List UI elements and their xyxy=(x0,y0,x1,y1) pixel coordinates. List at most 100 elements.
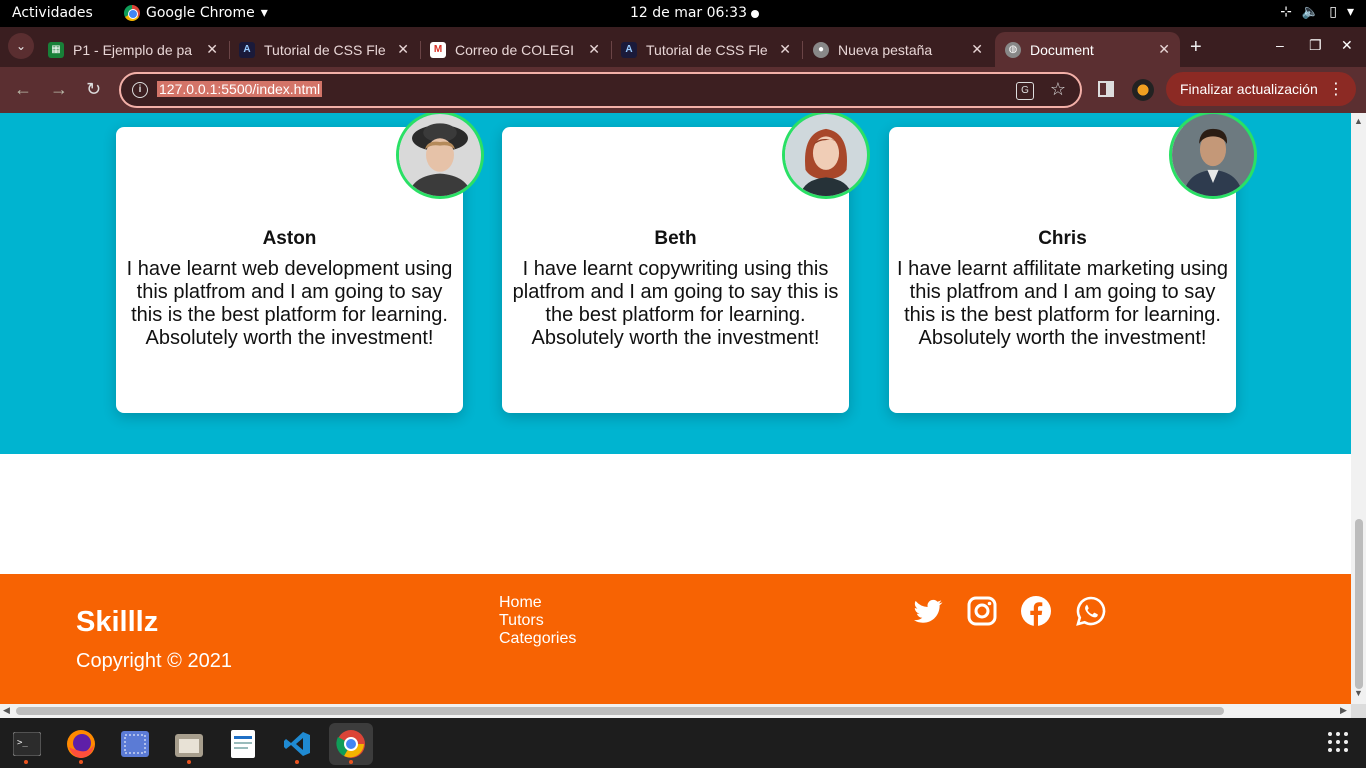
update-label: Finalizar actualización xyxy=(1180,81,1318,97)
minimize-button[interactable]: ‒ xyxy=(1276,37,1284,53)
avatar xyxy=(782,113,870,199)
avatar-photo-chris xyxy=(1172,114,1254,196)
close-icon[interactable]: ✕ xyxy=(971,41,983,58)
close-window-button[interactable]: ✕ xyxy=(1341,37,1353,54)
scroll-up-arrow-icon[interactable]: ▲ xyxy=(1354,116,1363,126)
tab-label: Nueva pestaña xyxy=(838,41,933,58)
close-icon[interactable]: ✕ xyxy=(588,41,600,58)
tutorial-icon: A xyxy=(621,41,637,58)
scroll-down-arrow-icon[interactable]: ▼ xyxy=(1354,688,1363,698)
screenshot-icon[interactable] xyxy=(113,723,157,765)
app-name: Google Chrome xyxy=(146,5,255,21)
running-indicator xyxy=(295,760,299,764)
text-editor-icon[interactable] xyxy=(221,723,265,765)
tab-3[interactable]: M Correo de COLEGI ✕ xyxy=(420,32,610,67)
tab-5[interactable]: ● Nueva pestaña ✕ xyxy=(803,32,993,67)
profile-avatar[interactable] xyxy=(1132,79,1154,101)
translate-icon[interactable]: G xyxy=(1016,82,1034,100)
show-apps-grid-icon[interactable] xyxy=(1328,732,1348,752)
chrome-icon[interactable] xyxy=(329,723,373,765)
chrome-icon: ● xyxy=(813,41,829,58)
whatsapp-icon[interactable] xyxy=(1075,595,1107,627)
maximize-button[interactable]: ❐ xyxy=(1309,37,1322,54)
footer-brand: Skilllz xyxy=(76,606,159,638)
scroll-right-arrow-icon[interactable]: ▶ xyxy=(1340,705,1347,716)
tab-label: Tutorial de CSS Fle xyxy=(646,41,768,58)
running-indicator xyxy=(187,760,191,764)
system-top-bar: Actividades Google Chrome ▾ 12 de mar 06… xyxy=(0,0,1366,27)
testimonial-card: Aston I have learnt web development usin… xyxy=(116,113,484,413)
address-bar[interactable]: i 127.0.0.1:5500/index.html G ☆ xyxy=(119,72,1082,108)
tab-label: Correo de COLEGI xyxy=(455,41,575,58)
side-panel-icon[interactable] xyxy=(1098,81,1114,97)
chrome-icon xyxy=(124,5,140,21)
battery-icon: ▯ xyxy=(1329,4,1337,20)
running-indicator xyxy=(24,760,28,764)
bookmark-star-icon[interactable]: ☆ xyxy=(1050,79,1066,100)
close-icon[interactable]: ✕ xyxy=(779,41,791,58)
clock[interactable]: 12 de mar 06:33 xyxy=(630,5,747,21)
instagram-icon[interactable] xyxy=(966,595,998,627)
tab-2[interactable]: A Tutorial de CSS Fle ✕ xyxy=(229,32,419,67)
globe-icon: ◍ xyxy=(1005,41,1021,58)
activities-button[interactable]: Actividades xyxy=(12,5,93,21)
testimonial-name: Beth xyxy=(654,228,697,249)
footer-copyright: Copyright © 2021 xyxy=(76,650,232,672)
taskbar-dock: >_ xyxy=(0,718,1366,768)
update-button[interactable]: Finalizar actualización ⋮ xyxy=(1166,72,1356,106)
footer-link-categories[interactable]: Categories xyxy=(499,630,576,648)
chevron-down-icon: ▾ xyxy=(1346,4,1354,20)
testimonial-card: Chris I have learnt affilitate marketing… xyxy=(889,113,1257,413)
scrollbar-corner xyxy=(1351,704,1366,718)
avatar xyxy=(1169,113,1257,199)
firefox-icon[interactable] xyxy=(59,723,103,765)
network-icon: ⊹ xyxy=(1280,4,1292,20)
notification-dot xyxy=(751,10,759,18)
app-menu[interactable]: Google Chrome ▾ xyxy=(124,5,268,21)
testimonial-card: Beth I have learnt copywriting using thi… xyxy=(502,113,870,413)
tab-search-button[interactable]: ⌄ xyxy=(8,33,34,59)
twitter-icon[interactable] xyxy=(912,595,944,627)
scroll-left-arrow-icon[interactable]: ◀ xyxy=(3,705,10,716)
footer-nav: Home Tutors Categories xyxy=(499,594,576,648)
vscode-icon[interactable] xyxy=(275,723,319,765)
files-icon[interactable] xyxy=(167,723,211,765)
close-icon[interactable]: ✕ xyxy=(397,41,409,58)
facebook-icon[interactable] xyxy=(1020,595,1052,627)
testimonial-name: Chris xyxy=(1038,228,1087,249)
tab-6-active[interactable]: ◍ Document ✕ xyxy=(995,32,1180,67)
scroll-thumb[interactable] xyxy=(1355,519,1363,689)
avatar xyxy=(396,113,484,199)
running-indicator xyxy=(349,760,353,764)
testimonial-quote: I have learnt affilitate marketing using… xyxy=(897,258,1228,349)
horizontal-scrollbar[interactable]: ◀ ▶ xyxy=(0,704,1351,718)
avatar-photo-beth xyxy=(785,114,867,196)
running-indicator xyxy=(79,760,83,764)
site-info-icon[interactable]: i xyxy=(132,82,148,98)
system-tray[interactable]: ⊹ 🔈 ▯ ▾ xyxy=(1280,4,1354,20)
new-tab-button[interactable]: + xyxy=(1190,36,1202,59)
tab-label: P1 - Ejemplo de pa xyxy=(73,41,193,58)
footer-link-home[interactable]: Home xyxy=(499,594,576,612)
tab-4[interactable]: A Tutorial de CSS Fle ✕ xyxy=(611,32,801,67)
testimonial-quote: I have learnt web development using this… xyxy=(126,258,453,349)
terminal-icon[interactable]: >_ xyxy=(5,723,49,765)
back-arrow-icon[interactable]: ← xyxy=(14,79,32,100)
close-icon[interactable]: ✕ xyxy=(1158,41,1170,58)
chevron-down-icon: ▾ xyxy=(260,5,268,21)
vertical-scrollbar[interactable]: ▲ ▼ xyxy=(1351,113,1366,704)
url-text[interactable]: 127.0.0.1:5500/index.html xyxy=(157,81,323,97)
testimonials-section: Aston I have learnt web development usin… xyxy=(0,113,1351,454)
svg-text:>_: >_ xyxy=(17,738,28,748)
close-icon[interactable]: ✕ xyxy=(206,41,218,58)
testimonial-quote: I have learnt copywriting using this pla… xyxy=(512,258,839,349)
forward-arrow-icon[interactable]: → xyxy=(50,79,68,100)
footer-link-tutors[interactable]: Tutors xyxy=(499,612,576,630)
gmail-icon: M xyxy=(430,41,446,58)
more-menu-icon[interactable]: ⋮ xyxy=(1328,79,1344,99)
tab-1[interactable]: ▦ P1 - Ejemplo de pa ✕ xyxy=(38,32,228,67)
browser-toolbar: ← → ↻ i 127.0.0.1:5500/index.html G ☆ Fi… xyxy=(0,67,1366,113)
reload-icon[interactable]: ↻ xyxy=(86,79,101,100)
scroll-thumb[interactable] xyxy=(16,707,1224,715)
tab-label: Tutorial de CSS Fle xyxy=(264,41,386,58)
